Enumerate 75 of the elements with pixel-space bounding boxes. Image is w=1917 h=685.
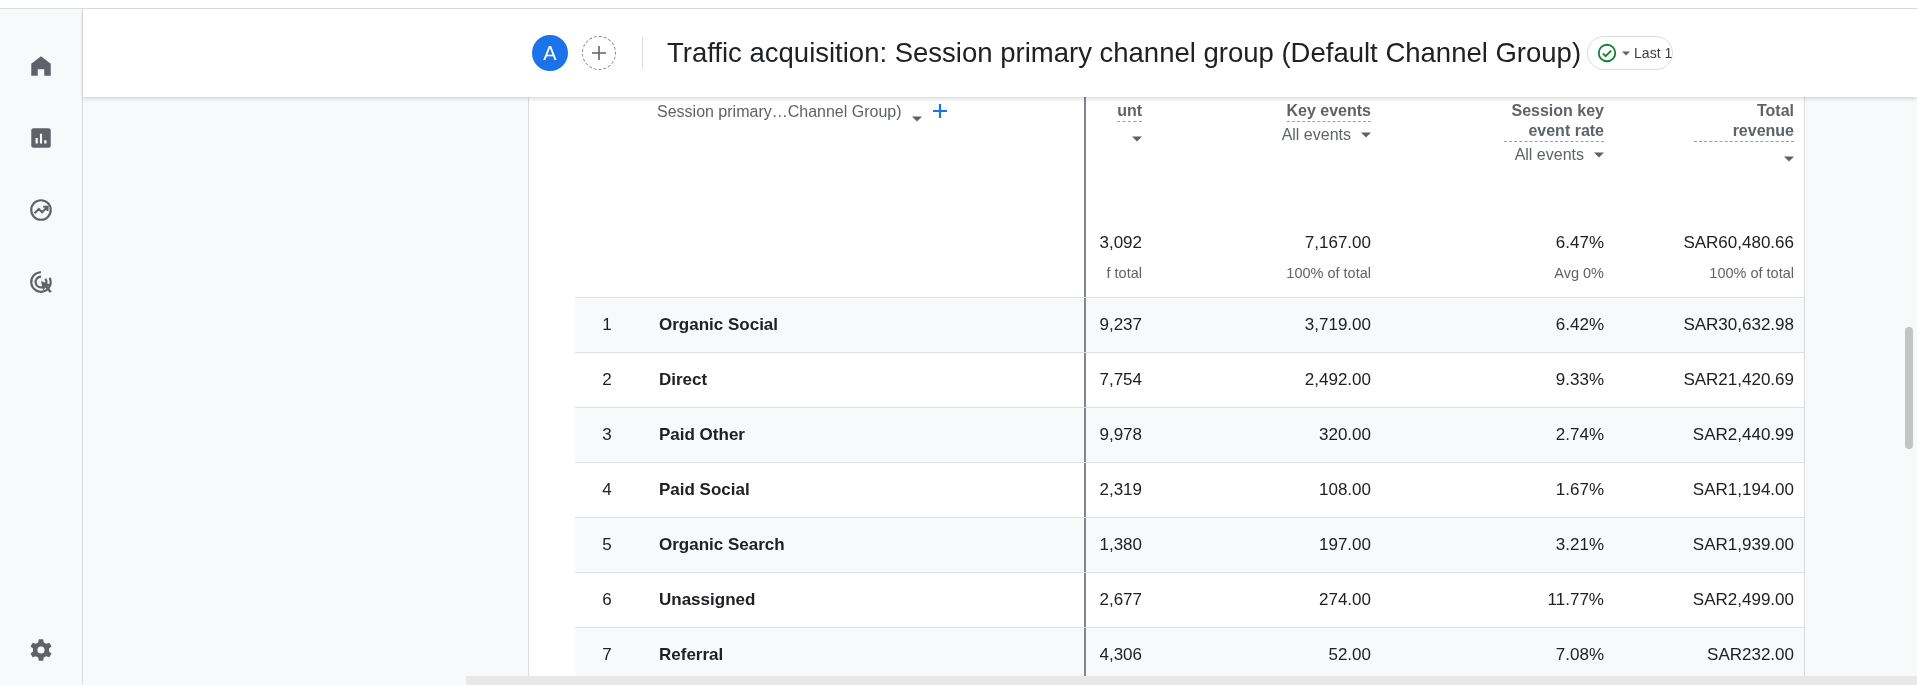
add-comparison-button[interactable] (582, 36, 616, 70)
rank-number: 1 (601, 315, 613, 335)
date-range-chip[interactable]: Last 1 (1587, 36, 1674, 70)
table-cell-text: 1.67% (1554, 480, 1604, 500)
total-value: 3,092 (1098, 232, 1142, 253)
table-cell-text: 6.42% (1554, 315, 1604, 335)
table-cell-text: 52.00 (1327, 645, 1371, 665)
table-cell-text: SAR21,420.69 (1682, 370, 1794, 390)
table-cell-text: 11.77% (1546, 590, 1604, 610)
table-cell-text: 108.00 (1318, 480, 1371, 500)
trend-chart-icon[interactable] (28, 197, 54, 223)
table-cell-text: 2,677 (1098, 590, 1142, 610)
report-title: Traffic acquisition: Session primary channel group (Default Channel Group) (667, 37, 1582, 69)
settings-icon[interactable] (28, 637, 54, 663)
dropdown-caret-icon (1622, 50, 1631, 56)
horizontal-scrollbar[interactable] (466, 676, 1917, 685)
table-cell-text: SAR1,939.00 (1691, 535, 1794, 555)
dropdown-caret-icon[interactable] (911, 116, 922, 122)
rank-number: 4 (601, 480, 613, 500)
bar-chart-icon[interactable] (28, 125, 54, 151)
total-note: f total (1105, 264, 1142, 281)
column-header[interactable]: Total revenue (1694, 101, 1794, 142)
table-cell-text: 3.21% (1554, 535, 1604, 555)
channel-name[interactable]: Unassigned (639, 590, 756, 610)
total-note: 100% of total (1285, 264, 1371, 281)
table-cell-text: SAR2,499.00 (1691, 590, 1794, 610)
rank-number: 5 (601, 535, 613, 555)
total-note: Avg 0% (1553, 264, 1604, 281)
table-cell-text: SAR30,632.98 (1682, 315, 1794, 335)
dropdown-caret-icon[interactable] (1361, 132, 1371, 138)
table-cell-text: SAR232.00 (1706, 645, 1794, 665)
target-cursor-icon[interactable] (28, 269, 54, 295)
table-cell-text: 2,319 (1098, 480, 1142, 500)
channel-name[interactable]: Organic Search (639, 535, 785, 555)
total-value: 7,167.00 (1303, 232, 1371, 253)
user-avatar[interactable]: A (532, 35, 568, 71)
dropdown-caret-icon[interactable] (1784, 156, 1794, 162)
plus-icon (591, 45, 607, 61)
table-cell-text: 3,719.00 (1303, 315, 1371, 335)
table-cell-text: SAR2,440.99 (1691, 425, 1794, 445)
table-cell-text: 7.08% (1554, 645, 1604, 665)
add-dimension-icon[interactable] (931, 103, 948, 119)
table-cell-text: SAR1,194.00 (1691, 480, 1794, 500)
dropdown-caret-icon[interactable] (1594, 152, 1604, 158)
channel-name[interactable]: Referral (639, 645, 724, 665)
event-filter-dropdown[interactable]: All events (1281, 126, 1371, 144)
channel-name[interactable]: Organic Social (639, 315, 779, 335)
channel-name[interactable]: Paid Social (639, 480, 750, 500)
rank-number: 2 (601, 370, 613, 390)
table-cell-text: 2,492.00 (1303, 370, 1371, 390)
rank-number: 7 (601, 645, 613, 665)
column-header[interactable]: unt (1117, 101, 1142, 122)
channel-name[interactable]: Direct (639, 370, 708, 390)
total-value: SAR60,480.66 (1682, 232, 1794, 253)
dropdown-caret-icon[interactable] (1132, 136, 1142, 142)
table-cell-text: 320.00 (1318, 425, 1371, 445)
column-header[interactable]: Key events (1286, 101, 1371, 122)
table-cell-text: 1,380 (1098, 535, 1142, 555)
rank-number: 6 (601, 590, 613, 610)
table-cell-text: 274.00 (1318, 590, 1371, 610)
event-filter-dropdown[interactable]: All events (1514, 146, 1604, 164)
table-cell-text: 2.74% (1554, 425, 1604, 445)
table-cell-text: 9,237 (1098, 315, 1142, 335)
vertical-scrollbar[interactable] (1905, 327, 1913, 449)
total-note: 100% of total (1708, 264, 1794, 281)
channel-name[interactable]: Paid Other (639, 425, 745, 445)
column-header[interactable]: Session key event rate (1504, 101, 1604, 142)
table-cell-text: 7,754 (1098, 370, 1142, 390)
dimension-selector[interactable]: Session primary…Channel Group) (657, 103, 902, 121)
rank-number: 3 (601, 425, 613, 445)
table-cell-text: 9,978 (1098, 425, 1142, 445)
table-cell-text: 9.33% (1554, 370, 1604, 390)
table-cell-text: 197.00 (1318, 535, 1371, 555)
total-value: 6.47% (1554, 232, 1604, 253)
table-cell-text: 4,306 (1098, 645, 1142, 665)
